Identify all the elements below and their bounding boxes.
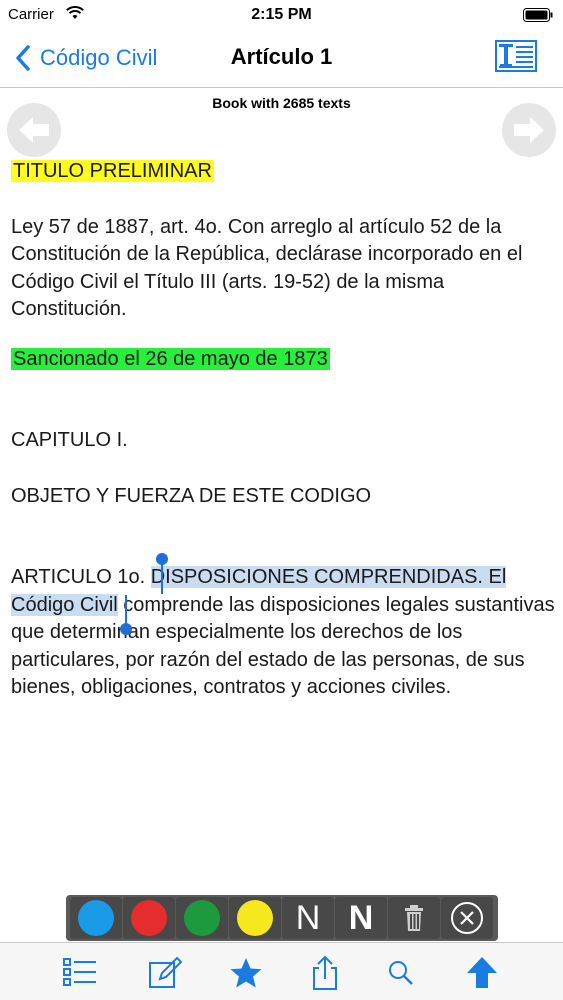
previous-article-button[interactable] — [7, 103, 61, 157]
red-color-swatch — [131, 900, 167, 936]
tab-share[interactable] — [305, 955, 345, 991]
navigation-bar: Código Civil Artículo 1 — [0, 30, 563, 88]
status-bar: Carrier 2:15 PM — [0, 0, 563, 30]
yellow-color-swatch — [237, 900, 273, 936]
status-time: 2:15 PM — [251, 6, 312, 23]
battery-icon — [523, 8, 553, 22]
delete-highlight-button[interactable] — [388, 897, 440, 939]
share-icon — [313, 955, 337, 990]
search-icon — [389, 961, 413, 985]
highlight-red-button[interactable] — [123, 897, 175, 939]
highlighter-toolbar: N N — [66, 895, 498, 941]
tab-scroll-top[interactable] — [462, 955, 502, 991]
edit-icon — [149, 956, 183, 988]
highlight-yellow-button[interactable] — [229, 897, 281, 939]
star-icon — [230, 958, 262, 988]
close-toolbar-button[interactable] — [441, 897, 493, 939]
arrow-left-icon — [19, 117, 49, 143]
bold-note-letter: N — [348, 899, 374, 937]
article-heading-title: TITULO PRELIMINAR — [11, 160, 214, 182]
up-arrow-icon — [467, 957, 497, 988]
highlight-blue-button[interactable] — [70, 897, 122, 939]
sanction-date: Sancionado el 26 de mayo de 1873 — [11, 347, 330, 370]
tab-index[interactable] — [60, 955, 100, 991]
text-format-icon[interactable] — [495, 40, 537, 72]
list-icon — [63, 958, 96, 986]
close-icon — [451, 902, 483, 934]
selection-start-caret — [161, 560, 163, 594]
page-title: Artículo 1 — [230, 44, 333, 69]
chapter-heading: CAPITULO I. — [11, 429, 128, 451]
chapter-subtitle: OBJETO Y FUERZA DE ESTE CODIGO — [11, 484, 372, 507]
article-number: ARTICULO 1o. — [11, 566, 151, 588]
tab-favorites[interactable] — [226, 955, 266, 991]
tab-notes[interactable] — [145, 955, 185, 991]
trash-icon — [405, 905, 423, 931]
article-paragraph: ARTICULO 1o. DISPOSICIONES COMPRENDIDAS.… — [11, 564, 556, 702]
bold-note-button[interactable]: N — [335, 897, 387, 939]
note-button[interactable]: N — [282, 897, 334, 939]
selection-end-handle[interactable] — [120, 623, 132, 635]
article-text[interactable]: TITULO PRELIMINAR Ley 57 de 1887, art. 4… — [11, 158, 556, 702]
arrow-right-icon — [514, 117, 544, 143]
green-color-swatch — [184, 900, 220, 936]
note-letter: N — [295, 899, 321, 937]
article-law-reference: Ley 57 de 1887, art. 4o. Con arreglo al … — [11, 215, 523, 321]
next-article-button[interactable] — [502, 103, 556, 157]
book-caption: Book with 2685 texts — [212, 95, 351, 111]
tab-bar — [0, 942, 563, 1000]
highlight-green-button[interactable] — [176, 897, 228, 939]
blue-color-swatch — [78, 900, 114, 936]
tab-search[interactable] — [381, 955, 421, 991]
